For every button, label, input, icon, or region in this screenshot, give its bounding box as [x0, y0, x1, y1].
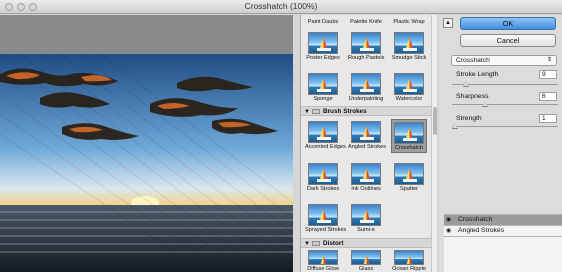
ok-button[interactable]: OK	[460, 17, 556, 30]
thumb-label: Plastic Wrap	[393, 19, 425, 25]
filter-thumb-sprayed-strokes[interactable]: Sprayed Strokes	[305, 204, 347, 233]
thumb-label: Palette Knife	[350, 19, 382, 25]
thumbnail-image	[308, 32, 338, 54]
stroke-length-slider-track[interactable]	[452, 84, 558, 85]
thumb-label: Spatter	[399, 186, 419, 192]
thumb-label: Glass	[358, 266, 374, 272]
filter-thumb-ocean-ripple[interactable]: Ocean Ripple	[391, 250, 427, 272]
filter-thumb-diffuse-glow[interactable]: Diffuse Glow	[305, 250, 341, 272]
filter-type-value: Crosshatch	[456, 57, 490, 64]
filter-thumb-underpainting[interactable]: Underpainting	[348, 73, 384, 102]
filter-thumb-rough-pastels[interactable]: Rough Pastels	[348, 32, 384, 61]
filter-thumb-plastic-wrap[interactable]: Plastic Wrap	[391, 18, 427, 25]
strength-input[interactable]: 1	[539, 114, 557, 123]
thumb-label: Dark Strokes	[306, 186, 340, 192]
effect-layer-label: Angled Strokes	[458, 227, 505, 234]
stroke-length-input[interactable]: 9	[539, 70, 557, 79]
thumbnail-image	[394, 32, 424, 54]
filter-thumb-smudge-stick[interactable]: Smudge Stick	[391, 32, 427, 61]
thumb-label: Paint Daubs	[307, 19, 339, 25]
thumb-label: Sponge	[313, 96, 333, 102]
gallery-scrollbar[interactable]	[431, 15, 437, 272]
thumb-label: Sumi-e	[357, 227, 375, 233]
filter-thumb-glass[interactable]: Glass	[348, 250, 384, 272]
thumb-label: Accented Edges	[305, 144, 346, 150]
filter-thumb-palette-knife[interactable]: Palette Knife	[348, 18, 384, 25]
thumbnail-image	[351, 121, 381, 143]
cancel-button[interactable]: Cancel	[460, 34, 556, 47]
effect-layer-angled-strokes[interactable]: ◉ Angled Strokes	[444, 226, 562, 237]
filter-thumb-angled-strokes[interactable]: Angled Strokes	[348, 121, 386, 150]
thumbnail-image	[308, 250, 338, 265]
thumbnail-image	[351, 73, 381, 95]
effect-layers-panel: ◉ Crosshatch ◉ Angled Strokes	[444, 214, 562, 272]
thumbnail-image	[308, 163, 338, 185]
filter-thumb-accented-edges[interactable]: Accented Edges	[305, 121, 346, 150]
chevron-up-icon: ▲	[445, 20, 451, 26]
window-title: Crosshatch (100%)	[244, 1, 318, 11]
thumb-label: Underpainting	[348, 96, 384, 102]
collapse-gallery-button[interactable]: ▲	[443, 18, 453, 28]
thumb-label: Rough Pastels	[348, 55, 385, 61]
eye-icon[interactable]: ◉	[446, 228, 451, 234]
category-distort[interactable]: ▼ Distort	[301, 238, 431, 248]
filter-gallery[interactable]: Paint Daubs Palette Knife Plastic Wrap P…	[300, 15, 431, 272]
filter-thumb-ink-outlines[interactable]: Ink Outlines	[348, 163, 384, 192]
filter-thumb-watercolor[interactable]: Watercolor	[391, 73, 427, 102]
title-bar: Crosshatch (100%)	[0, 0, 562, 14]
thumbnail-image	[308, 204, 338, 226]
gallery-scroll-thumb[interactable]	[433, 107, 437, 135]
thumb-label: Smudge Stick	[391, 55, 427, 61]
thumb-label: Sprayed Strokes	[305, 227, 347, 233]
thumbnail-image	[308, 121, 338, 143]
filter-thumb-spatter[interactable]: Spatter	[391, 163, 427, 192]
strength-label: Strength	[456, 115, 482, 122]
thumbnail-image	[394, 73, 424, 95]
sharpness-input[interactable]: 6	[539, 92, 557, 101]
thumbnail-image	[351, 32, 381, 54]
thumbnail-image	[394, 122, 424, 144]
eye-icon[interactable]: ◉	[446, 217, 451, 223]
thumbnail-image	[351, 204, 381, 226]
thumbnail-image	[308, 73, 338, 95]
filter-thumb-crosshatch[interactable]: Crosshatch	[391, 119, 427, 153]
folder-icon	[311, 108, 320, 114]
disclosure-triangle-icon[interactable]: ▼	[304, 240, 310, 249]
strength-slider-track[interactable]	[452, 126, 558, 127]
thumb-label: Poster Edges	[306, 55, 340, 61]
thumbnail-image	[394, 163, 424, 185]
preview-area	[0, 15, 293, 272]
thumb-label: Ink Outlines	[351, 186, 381, 192]
preview-image	[0, 54, 293, 272]
thumb-label: Angled Strokes	[348, 144, 386, 150]
category-label: Brush Strokes	[322, 108, 367, 115]
dropdown-caret-icon: ⇕	[546, 57, 552, 63]
filter-thumb-poster-edges[interactable]: Poster Edges	[305, 32, 341, 61]
effect-layer-label: Crosshatch	[458, 216, 493, 223]
stroke-length-label: Stroke Length	[456, 71, 499, 78]
sharpness-label: Sharpness	[456, 93, 489, 100]
effect-layer-crosshatch[interactable]: ◉ Crosshatch	[444, 215, 562, 226]
thumbnail-image	[394, 250, 424, 265]
folder-icon	[311, 240, 320, 246]
filter-thumb-dark-strokes[interactable]: Dark Strokes	[305, 163, 341, 192]
thumb-label: Ocean Ripple	[392, 266, 426, 272]
category-label: Distort	[322, 240, 344, 247]
disclosure-triangle-icon[interactable]: ▼	[304, 108, 310, 117]
thumbnail-image	[351, 163, 381, 185]
filter-thumb-sponge[interactable]: Sponge	[305, 73, 341, 102]
filter-thumb-paint-daubs[interactable]: Paint Daubs	[305, 18, 341, 25]
thumb-label: Diffuse Glow	[307, 266, 339, 272]
thumb-label: Crosshatch	[394, 145, 424, 151]
thumb-label: Watercolor	[395, 96, 423, 102]
filter-type-select[interactable]: Crosshatch ⇕	[451, 55, 557, 66]
sharpness-slider-track[interactable]	[452, 104, 558, 105]
filter-thumb-sumi-e[interactable]: Sumi-e	[348, 204, 384, 233]
category-brush-strokes[interactable]: ▼ Brush Strokes	[301, 106, 431, 116]
thumbnail-image	[351, 250, 381, 265]
